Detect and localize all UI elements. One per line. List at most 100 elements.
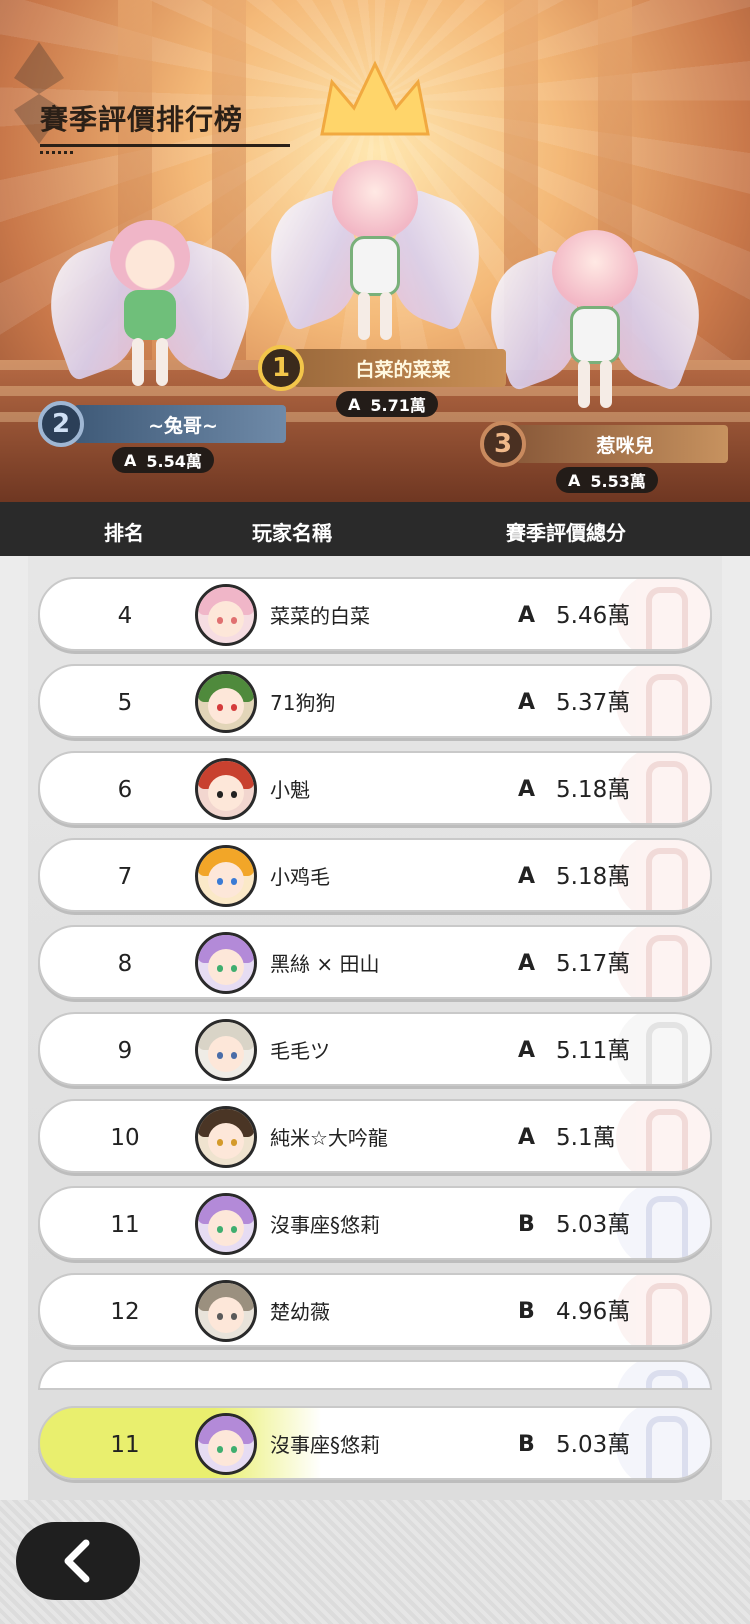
podium-first-score: A 5.71萬	[336, 391, 438, 417]
grade-label: A	[518, 690, 536, 715]
score-value: 5.1萬	[556, 1125, 616, 1151]
player-2-character[interactable]	[32, 200, 268, 400]
score-value: 5.37萬	[556, 690, 631, 716]
header-score: 賽季評價總分	[506, 521, 626, 545]
podium-first[interactable]: 1 白菜的菜菜	[258, 345, 506, 391]
score-value: 5.18萬	[556, 777, 631, 803]
score-value: 5.11萬	[556, 1038, 631, 1064]
podium-second[interactable]: 2 ~兔哥~	[38, 401, 286, 447]
row-rank: 11	[110, 1432, 140, 1458]
player-name: 純米☆大吟龍	[270, 1126, 388, 1150]
row-rank: 9	[117, 1038, 133, 1064]
podium-banner: 賽季評價排行榜 1 白菜的菜菜 A 5.71萬 2 ~兔哥~ A 5.54萬 3…	[0, 0, 750, 502]
table-row[interactable]: 9 毛毛ツ A 5.11萬	[38, 1012, 712, 1086]
score-value: 5.18萬	[556, 864, 631, 890]
row-rank: 6	[117, 777, 133, 803]
score-value: 4.96萬	[556, 1299, 631, 1325]
rank-emblem-icon	[616, 1188, 710, 1258]
player-3-character[interactable]	[472, 210, 718, 420]
grade-label: A	[568, 470, 581, 490]
row-rank: 8	[117, 951, 133, 977]
rank-emblem-icon	[616, 666, 710, 736]
header-rank: 排名	[104, 521, 144, 545]
score-value: 5.71萬	[370, 396, 426, 415]
score-value: 5.53萬	[590, 472, 646, 491]
page-title: 賽季評價排行榜	[40, 103, 244, 136]
header-player: 玩家名稱	[252, 521, 332, 545]
table-row[interactable]: 12 楚幼薇 B 4.96萬	[38, 1273, 712, 1347]
score-value: 5.03萬	[556, 1432, 631, 1458]
grade-label: B	[518, 1432, 535, 1457]
rank-emblem-icon	[616, 1275, 710, 1345]
rank-emblem-icon	[616, 840, 710, 910]
my-rank-row[interactable]: 11 沒事座§悠莉 B 5.03萬	[38, 1406, 712, 1480]
grade-label: A	[518, 777, 536, 802]
table-row[interactable]: 10 純米☆大吟龍 A 5.1萬	[38, 1099, 712, 1173]
grade-label: A	[518, 603, 536, 628]
player-name: 沒事座§悠莉	[270, 1433, 380, 1457]
avatar[interactable]	[195, 1413, 257, 1475]
avatar[interactable]	[195, 1106, 257, 1168]
rank-emblem-icon	[616, 1101, 710, 1171]
score-value: 5.54萬	[146, 452, 202, 471]
table-row[interactable]: 5 71狗狗 A 5.37萬	[38, 664, 712, 738]
crown-icon	[320, 60, 430, 136]
avatar[interactable]	[195, 1193, 257, 1255]
row-rank: 12	[110, 1299, 140, 1325]
table-row[interactable]: 8 黑絲 × 田山 A 5.17萬	[38, 925, 712, 999]
player-name: 毛毛ツ	[270, 1039, 330, 1063]
avatar[interactable]	[195, 932, 257, 994]
grade-label: A	[348, 394, 361, 414]
score-value: 5.17萬	[556, 951, 631, 977]
avatar[interactable]	[195, 1280, 257, 1342]
rank-emblem-icon	[616, 579, 710, 649]
table-row-partial[interactable]	[38, 1360, 712, 1390]
row-rank: 4	[117, 603, 133, 629]
podium-third[interactable]: 3 惹咪兒	[480, 421, 728, 467]
player-name: 楚幼薇	[270, 1300, 330, 1324]
table-row[interactable]: 7 小鸡毛 A 5.18萬	[38, 838, 712, 912]
avatar[interactable]	[195, 758, 257, 820]
table-header: 排名 玩家名稱 賽季評價總分	[0, 502, 750, 556]
table-row[interactable]: 4 菜菜的白菜 A 5.46萬	[38, 577, 712, 651]
rank-2-badge: 2	[38, 401, 84, 447]
rank-3-badge: 3	[480, 421, 526, 467]
podium-second-name: ~兔哥~	[74, 405, 286, 443]
player-name: 沒事座§悠莉	[270, 1213, 380, 1237]
table-row[interactable]: 11 沒事座§悠莉 B 5.03萬	[38, 1186, 712, 1260]
rank-emblem-icon	[616, 1014, 710, 1084]
back-arrow-icon	[64, 1539, 90, 1583]
podium-third-score: A 5.53萬	[556, 467, 658, 493]
row-rank: 11	[110, 1212, 140, 1238]
back-button[interactable]	[16, 1522, 140, 1600]
row-rank: 5	[117, 690, 133, 716]
podium-second-score: A 5.54萬	[112, 447, 214, 473]
grade-label: A	[518, 864, 536, 889]
score-value: 5.03萬	[556, 1212, 631, 1238]
grade-label: A	[518, 1038, 536, 1063]
row-rank: 10	[110, 1125, 140, 1151]
rank-emblem-icon	[616, 1362, 710, 1388]
grade-label: B	[518, 1212, 535, 1237]
avatar[interactable]	[195, 1019, 257, 1081]
avatar[interactable]	[195, 671, 257, 733]
player-name: 小魁	[270, 778, 310, 802]
player-1-character[interactable]	[252, 140, 498, 350]
player-name: 黑絲 × 田山	[270, 952, 380, 976]
rank-emblem-icon	[616, 1408, 710, 1478]
rank-1-badge: 1	[258, 345, 304, 391]
rank-emblem-icon	[616, 927, 710, 997]
player-name: 71狗狗	[270, 691, 336, 715]
table-row[interactable]: 6 小魁 A 5.18萬	[38, 751, 712, 825]
avatar[interactable]	[195, 845, 257, 907]
grade-label: A	[518, 1125, 536, 1150]
avatar[interactable]	[195, 584, 257, 646]
player-name: 菜菜的白菜	[270, 604, 370, 628]
row-rank: 7	[117, 864, 133, 890]
player-name: 小鸡毛	[270, 865, 330, 889]
grade-label: B	[518, 1299, 535, 1324]
podium-third-name: 惹咪兒	[516, 425, 728, 463]
title-dots	[40, 151, 74, 154]
grade-label: A	[518, 951, 536, 976]
rank-emblem-icon	[616, 753, 710, 823]
